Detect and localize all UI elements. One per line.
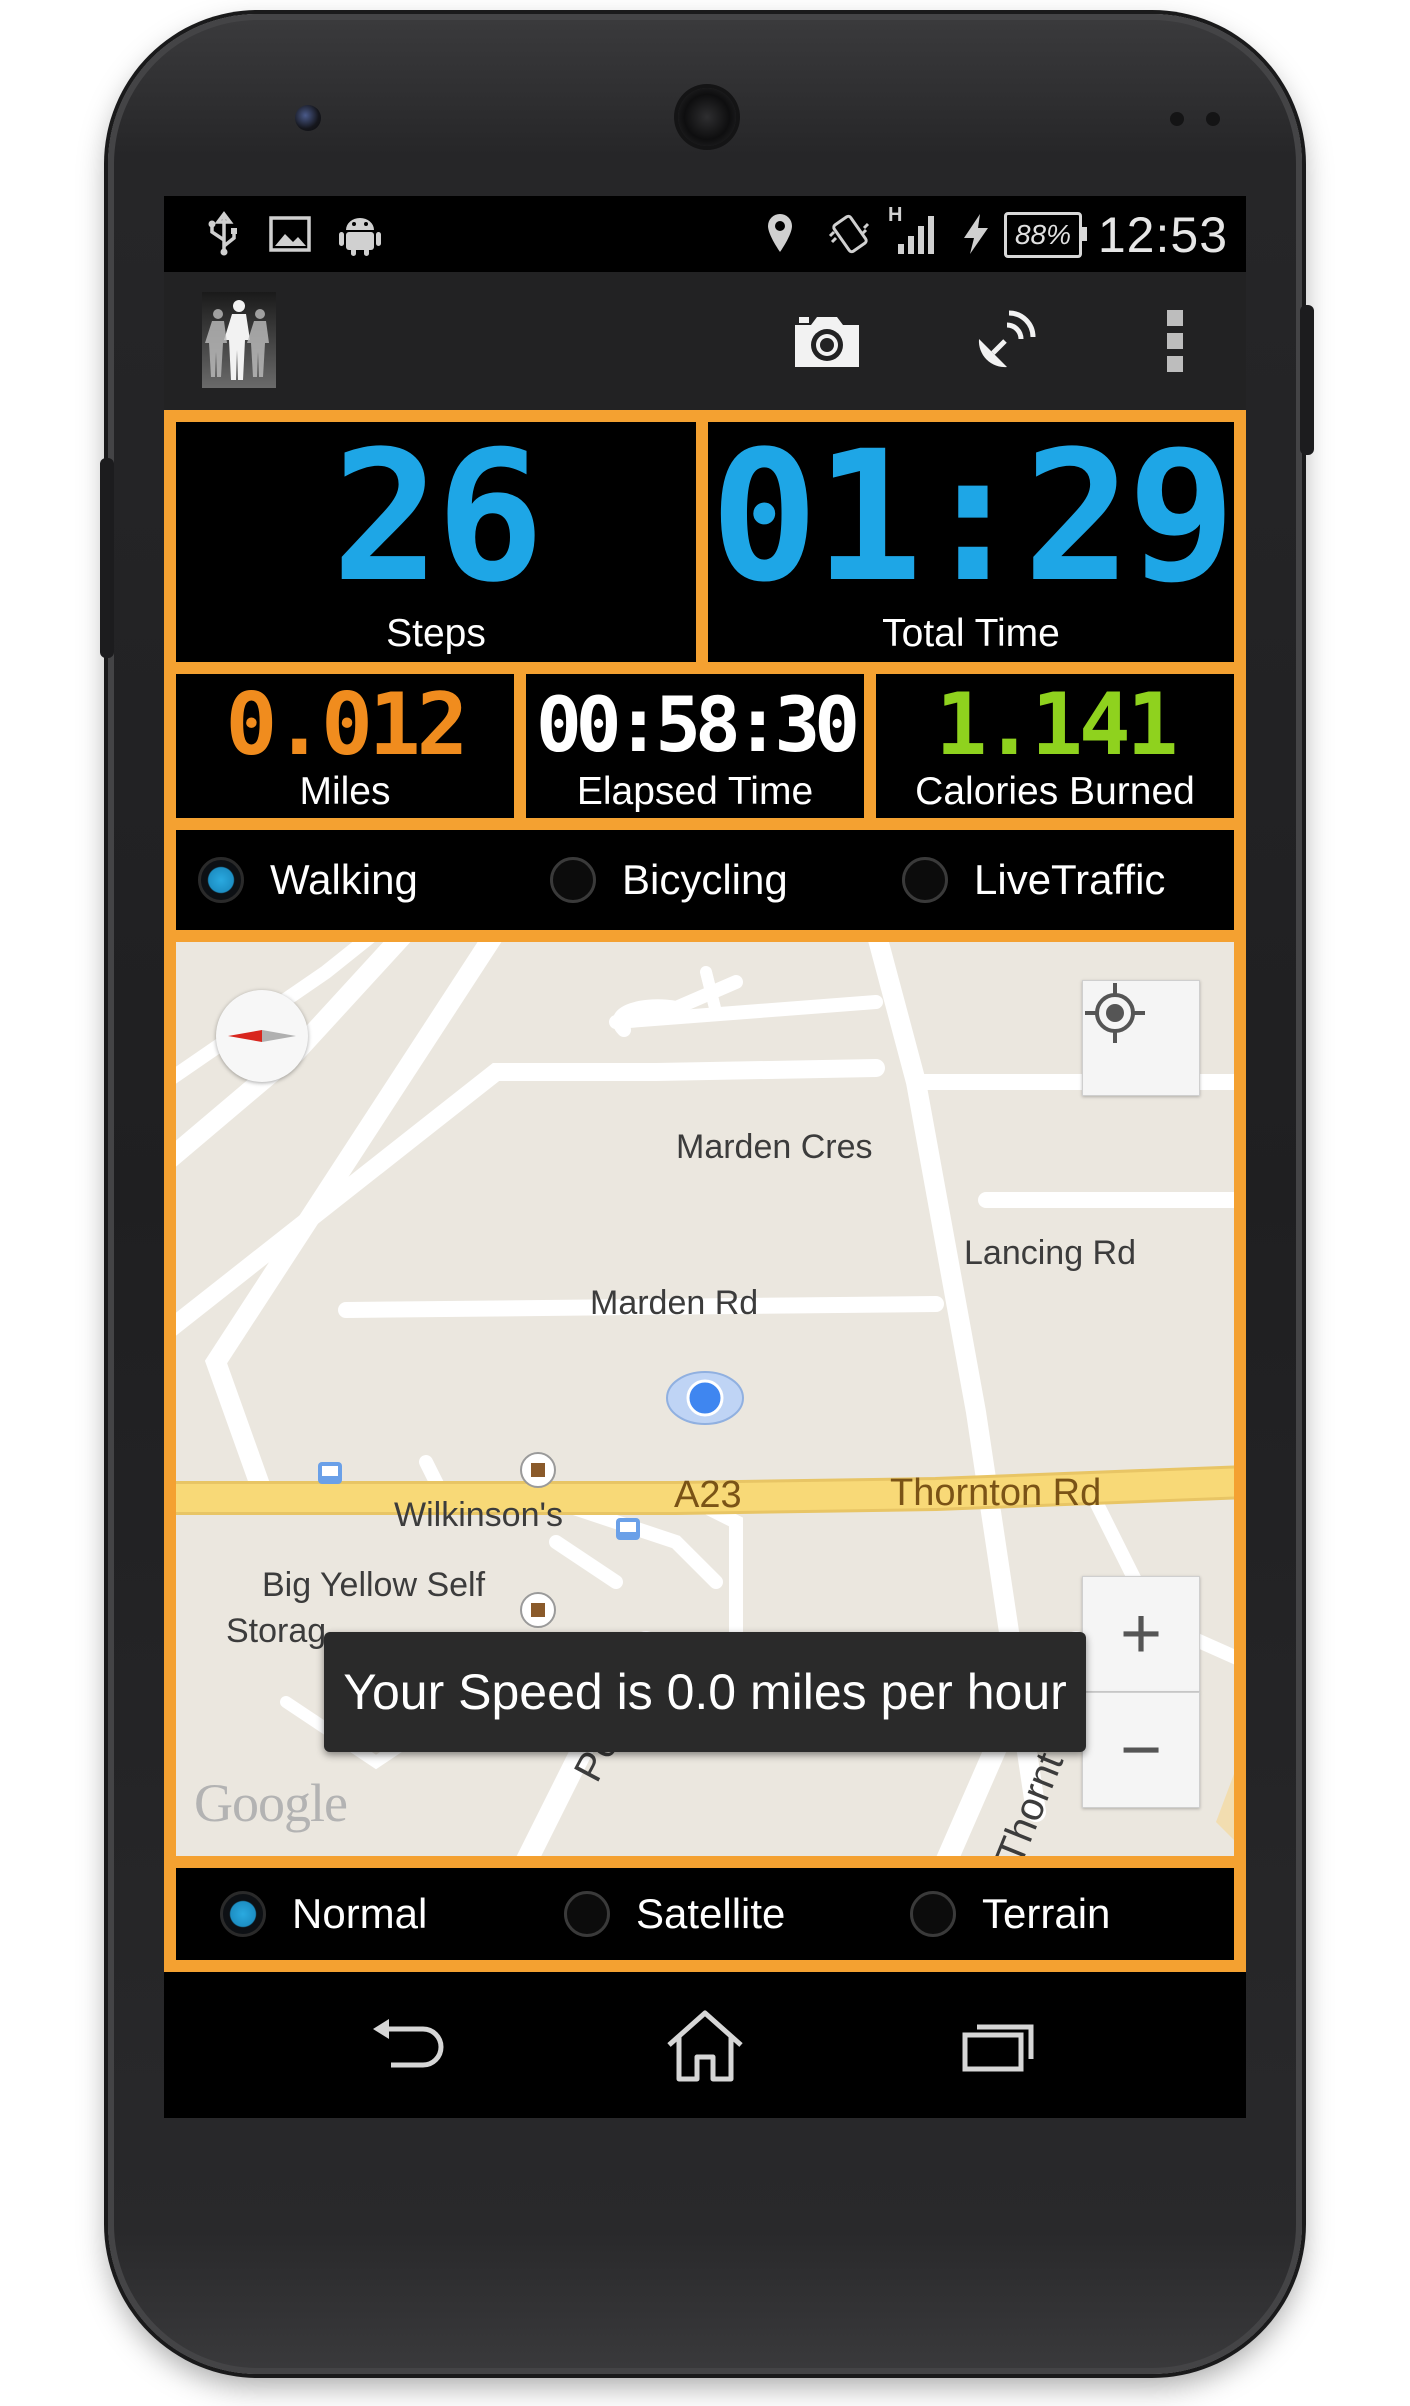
navigation-bar — [164, 1972, 1246, 2118]
app-logo-icon[interactable] — [202, 292, 276, 388]
charging-icon — [964, 214, 988, 254]
label-marden-rd: Marden Rd — [590, 1284, 759, 1322]
satellite-dish-icon — [978, 310, 1036, 368]
miles-value: 0.012 — [225, 675, 469, 775]
radio-walking-indicator[interactable] — [198, 857, 244, 903]
radio-normal-label: Normal — [292, 1890, 428, 1937]
radio-livetraffic[interactable]: LiveTraffic — [902, 856, 1165, 904]
activity-mode-group: Walking Bicycling LiveTraffic — [176, 830, 1234, 930]
label-lancing-rd: Lancing Rd — [964, 1234, 1137, 1272]
camera-button[interactable] — [782, 296, 872, 386]
earpiece-speaker — [678, 88, 736, 146]
miles-panel: 0.012 Miles — [176, 674, 514, 818]
steps-panel: 26 Steps — [176, 422, 696, 662]
radio-walking[interactable]: Walking — [198, 856, 418, 904]
elapsed-time-label: Elapsed Time — [576, 770, 814, 813]
vibrate-icon — [828, 214, 870, 254]
radio-terrain-indicator[interactable] — [910, 1891, 956, 1937]
radio-bicycling-indicator[interactable] — [550, 857, 596, 903]
home-icon — [667, 2010, 743, 2082]
battery-indicator: 88% — [1004, 212, 1087, 258]
map-view[interactable]: Marden Cres Lancing Rd Marden Rd A23 Tho… — [176, 942, 1234, 1856]
radio-satellite-label: Satellite — [636, 1890, 786, 1937]
label-a23: A23 — [674, 1474, 742, 1516]
map-type-group: Normal Satellite Terrain — [176, 1868, 1234, 1960]
dashboard: 26 Steps 01:29 Total Time 0.012 Miles 00… — [164, 410, 1246, 1972]
android-icon — [339, 218, 381, 256]
light-sensor — [1206, 112, 1220, 126]
total-time-value: 01:29 — [710, 413, 1236, 622]
radio-bicycling[interactable]: Bicycling — [550, 856, 788, 904]
clock: 12:53 — [1097, 207, 1228, 263]
action-bar — [164, 272, 1246, 410]
elapsed-time-panel: 00:58:30 Elapsed Time — [526, 674, 864, 818]
label-big-yellow-1: Big Yellow Self — [262, 1566, 486, 1604]
radio-livetraffic-indicator[interactable] — [902, 857, 948, 903]
my-location-icon — [1085, 983, 1145, 1043]
total-time-panel: 01:29 Total Time — [708, 413, 1236, 662]
back-icon — [373, 2019, 444, 2068]
satellite-button[interactable] — [960, 296, 1050, 386]
overflow-menu-button[interactable] — [1130, 296, 1220, 386]
volume-button — [100, 458, 114, 658]
radio-bicycling-label: Bicycling — [622, 856, 788, 903]
screen: H 88% 12:53 26 Steps 01:29 Total Time 0.… — [164, 196, 1246, 2118]
radio-livetraffic-label: LiveTraffic — [974, 856, 1166, 903]
radio-walking-label: Walking — [270, 856, 418, 903]
status-bar: H 88% 12:53 — [164, 196, 1246, 272]
signal-icon — [898, 216, 934, 254]
my-location-button[interactable] — [1082, 980, 1200, 1096]
recent-apps-button[interactable] — [944, 2000, 1054, 2090]
home-button[interactable] — [650, 2000, 760, 2090]
steps-value: 26 — [331, 413, 545, 622]
compass-button[interactable] — [216, 990, 308, 1082]
zoom-out-button[interactable]: − — [1082, 1692, 1200, 1808]
google-attribution: Google — [194, 1773, 348, 1833]
steps-label: Steps — [386, 612, 486, 655]
label-marden-cres: Marden Cres — [676, 1128, 873, 1166]
radio-terrain-label: Terrain — [982, 1890, 1111, 1937]
radio-normal[interactable]: Normal — [220, 1890, 427, 1938]
radio-normal-indicator[interactable] — [220, 1891, 266, 1937]
usb-icon — [208, 211, 237, 256]
radio-satellite[interactable]: Satellite — [564, 1890, 785, 1938]
label-big-yellow-2: Storag — [226, 1612, 327, 1650]
radio-satellite-indicator[interactable] — [564, 1891, 610, 1937]
calories-label: Calories Burned — [915, 770, 1195, 813]
location-dot — [686, 1379, 724, 1417]
calories-panel: 1.141 Calories Burned — [876, 674, 1234, 818]
zoom-in-button[interactable]: + — [1082, 1576, 1200, 1692]
image-icon — [269, 216, 311, 252]
power-button — [1300, 305, 1314, 455]
speed-toast: Your Speed is 0.0 miles per hour — [324, 1632, 1086, 1752]
location-icon — [768, 214, 792, 252]
miles-label: Miles — [299, 770, 391, 813]
label-thornton-rd: Thornton Rd — [890, 1472, 1102, 1514]
recent-apps-icon — [962, 2024, 1034, 2072]
elapsed-time-value: 00:58:30 — [535, 680, 860, 769]
back-button[interactable] — [356, 2000, 466, 2090]
compass-icon — [228, 1030, 296, 1042]
total-time-label: Total Time — [882, 612, 1060, 655]
overflow-menu-icon — [1167, 310, 1183, 372]
camera-icon — [795, 317, 859, 367]
proximity-sensor — [1170, 112, 1184, 126]
front-camera — [295, 105, 321, 131]
radio-terrain[interactable]: Terrain — [910, 1890, 1110, 1938]
label-wilkinsons: Wilkinson's — [394, 1496, 563, 1534]
calories-value: 1.141 — [935, 675, 1179, 775]
